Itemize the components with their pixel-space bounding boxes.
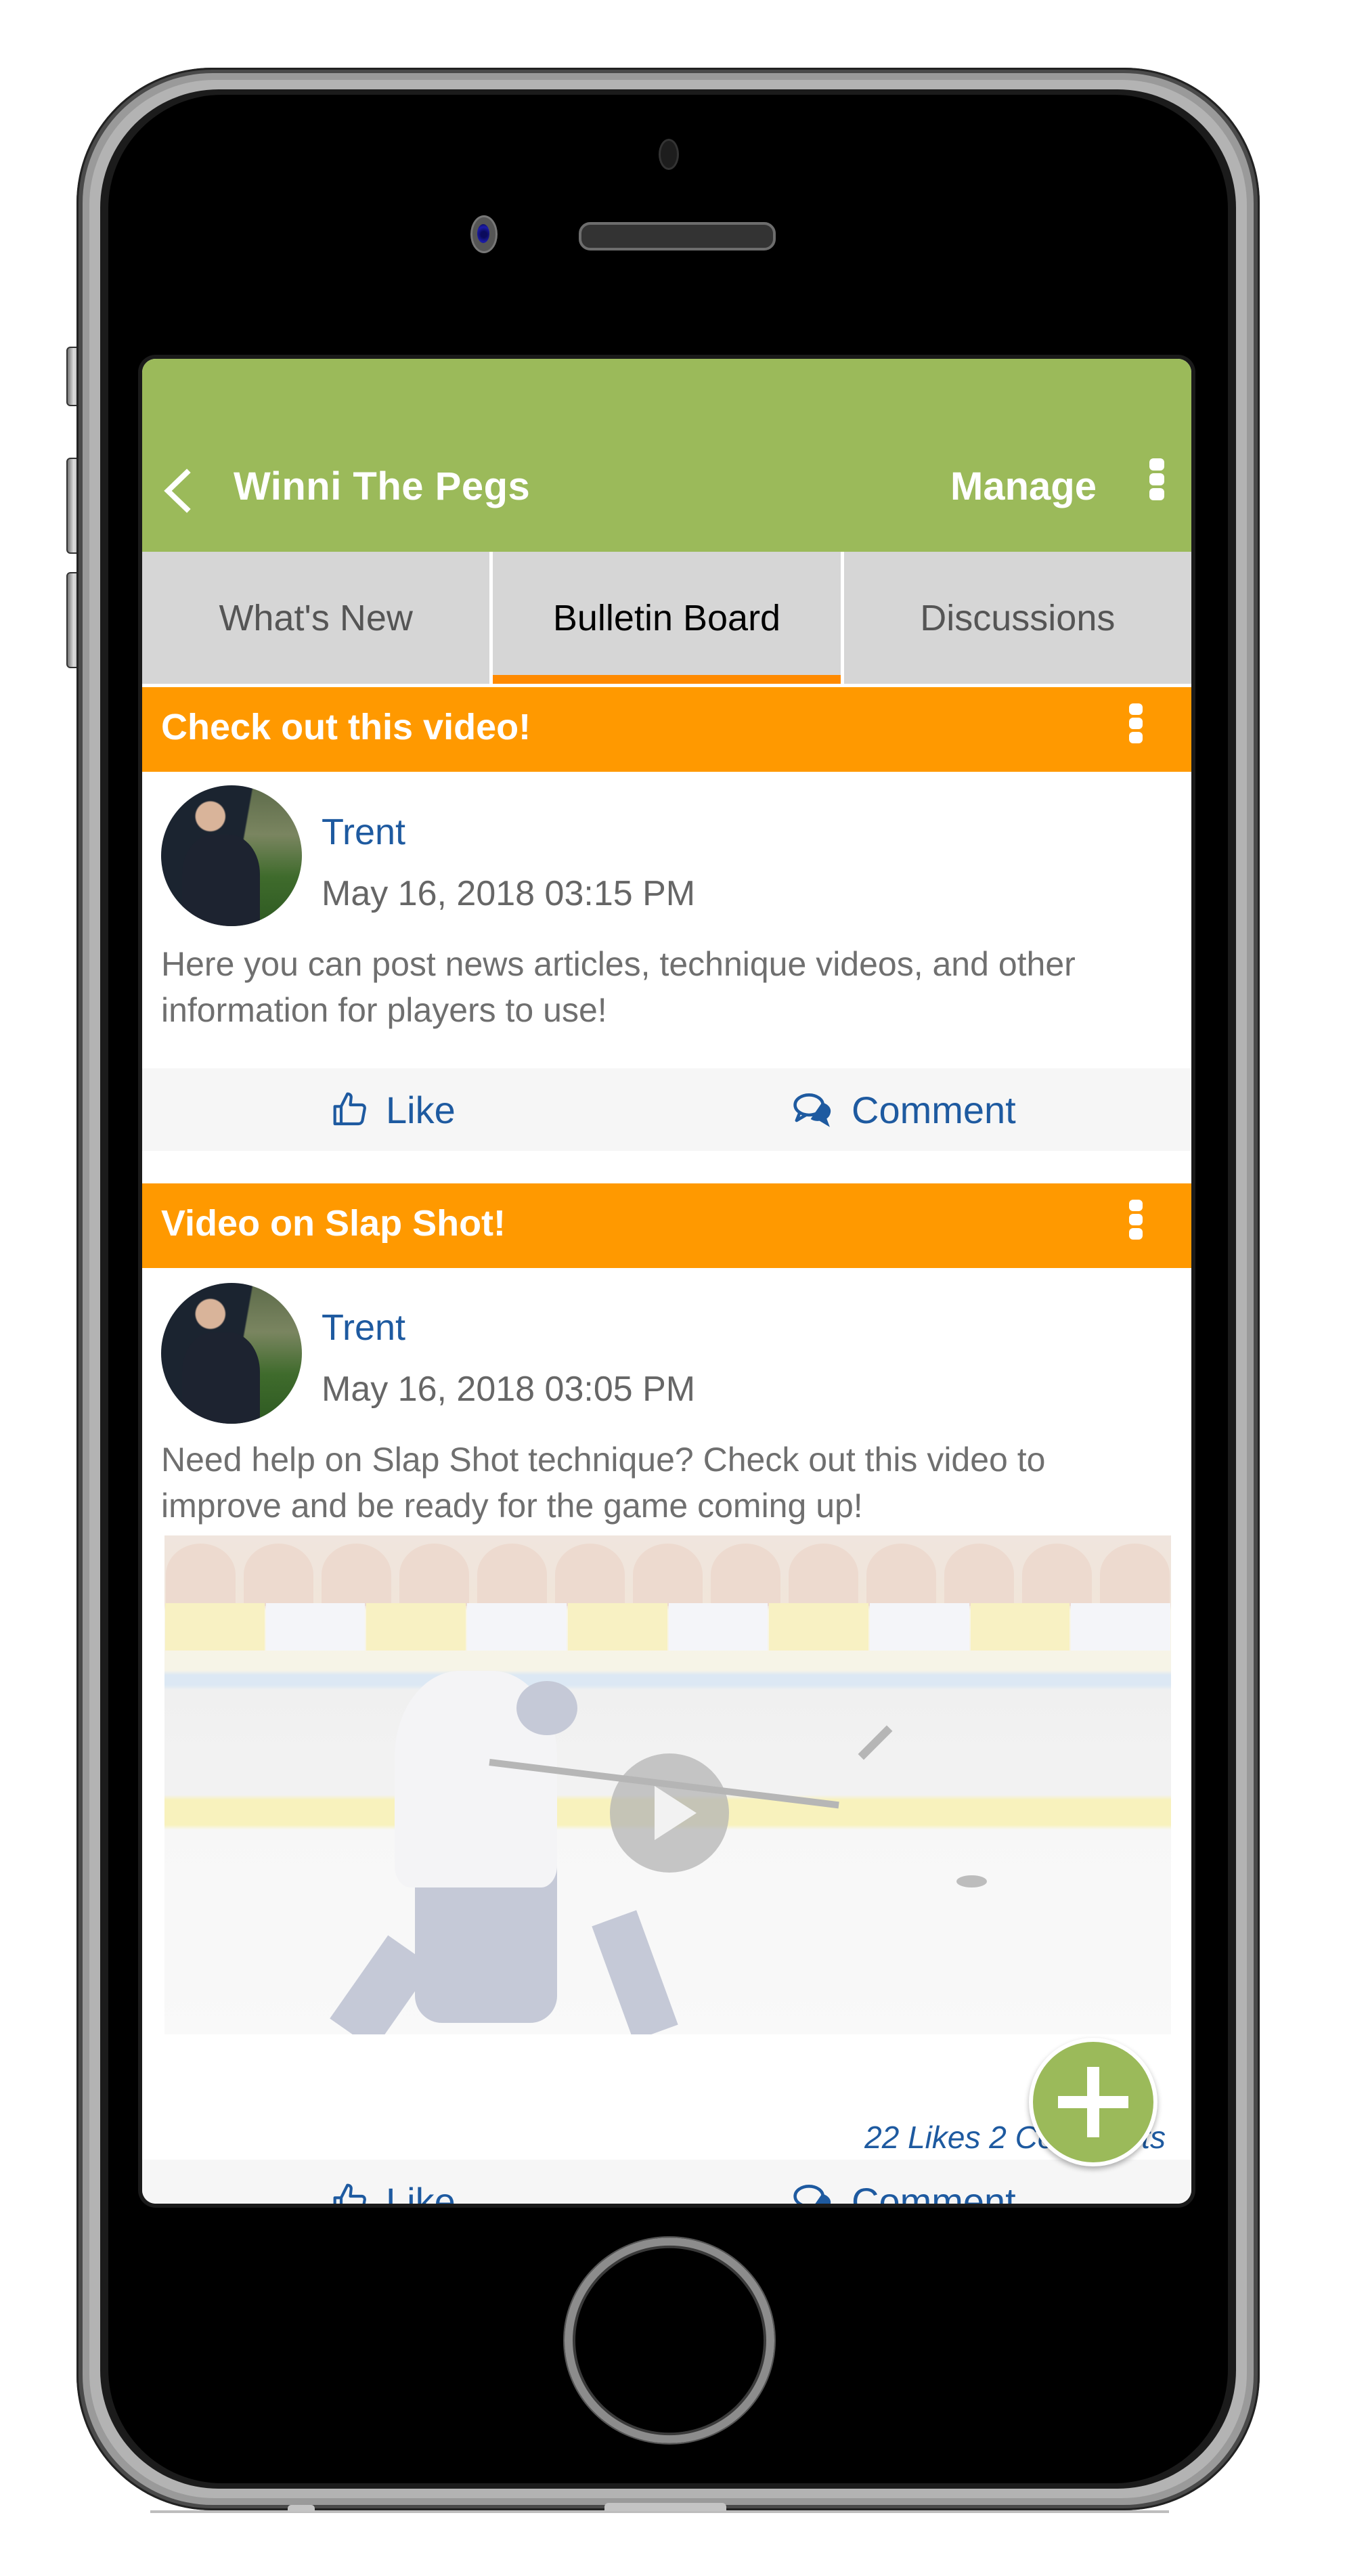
like-label: Like (386, 1088, 456, 1131)
comments-icon (793, 1093, 831, 1127)
post-body: Need help on Slap Shot technique? Check … (161, 1441, 1046, 1525)
avatar[interactable] (161, 1283, 302, 1424)
thumbs-up-icon (333, 1092, 366, 1126)
author-name[interactable]: Trent (322, 811, 405, 853)
lightning-port (604, 2503, 726, 2511)
like-label: Like (386, 2179, 456, 2204)
post-date: May 16, 2018 03:15 PM (322, 874, 696, 913)
play-icon[interactable] (610, 1753, 729, 1873)
proximity-sensor-icon (659, 139, 679, 170)
post-action-bar: Like Comment (142, 2160, 1191, 2204)
more-vertical-icon[interactable] (1129, 1200, 1145, 1242)
tab-bar: What's New Bulletin Board Discussions (142, 552, 1191, 684)
app-header: Winni The Pegs Manage (142, 359, 1191, 552)
home-button[interactable] (563, 2236, 776, 2445)
like-button[interactable]: Like (332, 1068, 456, 1151)
more-vertical-icon[interactable] (1149, 458, 1166, 503)
video-thumbnail[interactable] (164, 1535, 1171, 2034)
manage-button[interactable]: Manage (950, 464, 1097, 509)
post-header: Check out this video! (142, 687, 1191, 772)
comment-label: Comment (852, 1088, 1016, 1131)
author-name[interactable]: Trent (322, 1307, 405, 1349)
post-body: Here you can post news articles, techniq… (161, 945, 1076, 1029)
post-date: May 16, 2018 03:05 PM (322, 1370, 696, 1409)
chevron-left-icon (164, 468, 191, 513)
post-title: Video on Slap Shot! (161, 1203, 506, 1244)
post-title: Check out this video! (161, 707, 531, 747)
comment-button[interactable]: Comment (792, 2160, 1016, 2204)
thumbs-up-icon (333, 2183, 366, 2204)
like-button[interactable]: Like (332, 2160, 456, 2204)
tab-discussions[interactable]: Discussions (844, 552, 1191, 684)
comments-icon (793, 2185, 831, 2204)
add-post-button[interactable] (1029, 2038, 1157, 2166)
earpiece-speaker-icon (579, 222, 776, 250)
post-action-bar: Like Comment (142, 1068, 1191, 1151)
tab-bulletin-board[interactable]: Bulletin Board (493, 552, 844, 684)
front-camera-icon (470, 215, 498, 253)
comment-button[interactable]: Comment (792, 1068, 1016, 1151)
post-header: Video on Slap Shot! (142, 1183, 1191, 1268)
app-screen: Winni The Pegs Manage What's New Bulleti… (142, 359, 1191, 2204)
tab-whats-new[interactable]: What's New (142, 552, 493, 684)
more-vertical-icon[interactable] (1129, 703, 1145, 746)
avatar[interactable] (161, 785, 302, 926)
page-title: Winni The Pegs (234, 464, 531, 508)
comment-label: Comment (852, 2179, 1016, 2204)
back-button[interactable] (161, 467, 194, 515)
headphone-port (288, 2505, 315, 2512)
